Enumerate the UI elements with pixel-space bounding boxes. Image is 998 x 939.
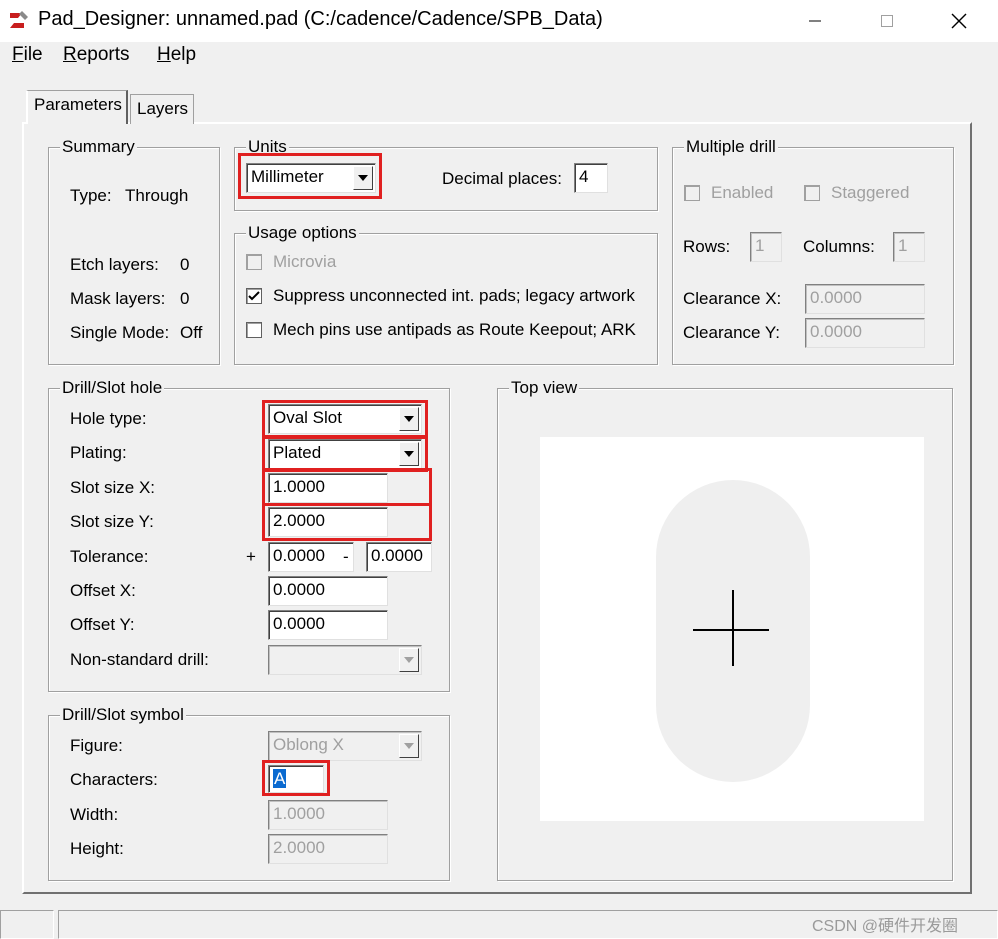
type-value: Through [125,186,189,205]
drill-slot-hole-title: Drill/Slot hole [60,378,165,398]
dropdown-arrow-icon [404,657,414,663]
units-select[interactable]: Millimeter [246,163,376,193]
microvia-label: Microvia [273,252,337,271]
top-view-canvas[interactable] [540,437,924,821]
top-view-title: Top view [509,378,580,398]
summary-title: Summary [60,137,137,157]
suppress-label: Suppress unconnected int. pads; legacy a… [273,286,635,305]
hole-type-dropdown-button[interactable] [399,407,419,431]
tab-parameters[interactable]: Parameters [26,90,128,124]
tab-layers[interactable]: Layers [130,94,194,124]
non-standard-drill-dropdown-button[interactable] [399,648,419,672]
clearance-y-input[interactable]: 0.0000 [805,318,925,348]
height-input[interactable]: 2.0000 [268,834,388,864]
staggered-checkbox[interactable] [804,185,820,201]
plating-label: Plating: [70,443,127,462]
hole-type-select[interactable]: Oval Slot [268,404,422,434]
slot-size-x-input[interactable]: 1.0000 [268,473,388,503]
offset-y-label: Offset Y: [70,615,135,634]
characters-value: A [273,769,287,788]
units-dropdown-button[interactable] [353,166,373,190]
menu-bar [0,42,998,72]
tolerance-plus-input[interactable]: 0.0000 [268,542,354,572]
tolerance-label: Tolerance: [70,547,149,566]
maximize-icon [881,15,893,27]
characters-input[interactable]: A [268,765,324,793]
figure-dropdown-button[interactable] [399,734,419,758]
offset-y-input[interactable]: 0.0000 [268,610,388,640]
plating-dropdown-button[interactable] [399,442,419,466]
figure-label: Figure: [70,736,123,755]
multiple-drill-title: Multiple drill [684,137,778,157]
tolerance-minus-sign: - [343,547,349,566]
app-icon [8,9,30,31]
tolerance-plus-sign: + [246,547,256,566]
height-label: Height: [70,839,124,858]
non-standard-drill-select[interactable] [268,645,422,675]
single-mode-value: Off [180,323,203,342]
close-button[interactable] [936,0,982,42]
clearance-y-label: Clearance Y: [683,323,781,342]
rows-input[interactable]: 1 [750,232,782,262]
usage-options-title: Usage options [246,223,359,243]
mask-layers-value: 0 [180,289,190,308]
slot-size-x-label: Slot size X: [70,478,156,497]
maximize-button[interactable] [864,0,910,42]
slot-size-y-input[interactable]: 2.0000 [268,507,388,537]
dropdown-arrow-icon [404,451,414,457]
tolerance-minus-input[interactable]: 0.0000 [366,542,432,572]
slot-size-y-label: Slot size Y: [70,512,154,531]
minimize-button[interactable] [792,0,838,42]
suppress-checkbox[interactable] [246,288,262,304]
watermark: CSDN @硬件开发圈 [812,918,959,935]
figure-select[interactable]: Oblong X [268,731,422,761]
non-standard-drill-label: Non-standard drill: [70,650,209,669]
menu-file[interactable]: File [12,44,43,66]
characters-label: Characters: [70,770,158,789]
clearance-x-label: Clearance X: [683,289,782,308]
staggered-label: Staggered [831,183,910,202]
rows-label: Rows: [683,237,731,256]
mech-pins-checkbox[interactable] [246,322,262,338]
etch-layers-label: Etch layers: [70,255,159,274]
window-title: Pad_Designer: unnamed.pad (C:/cadence/Ca… [38,8,603,30]
dropdown-arrow-icon [358,175,368,181]
dropdown-arrow-icon [404,416,414,422]
status-bar-cell [0,910,54,939]
offset-x-label: Offset X: [70,581,136,600]
microvia-checkbox[interactable] [246,254,262,270]
type-label: Type: [70,186,112,205]
single-mode-label: Single Mode: [70,323,170,342]
dropdown-arrow-icon [404,743,414,749]
mech-pins-label: Mech pins use antipads as Route Keepout;… [273,320,636,339]
columns-input[interactable]: 1 [893,232,925,262]
minimize-icon [809,20,821,22]
menu-reports[interactable]: Reports [63,44,130,66]
offset-x-input[interactable]: 0.0000 [268,576,388,606]
drill-slot-symbol-title: Drill/Slot symbol [60,705,186,725]
plating-select[interactable]: Plated [268,439,422,469]
width-label: Width: [70,805,119,824]
mask-layers-label: Mask layers: [70,289,166,308]
decimal-places-label: Decimal places: [442,169,562,188]
etch-layers-value: 0 [180,255,190,274]
checkmark-icon [248,291,260,301]
columns-label: Columns: [803,237,875,256]
enabled-checkbox[interactable] [684,185,700,201]
width-input[interactable]: 1.0000 [268,800,388,830]
decimal-places-input[interactable]: 4 [574,163,608,193]
close-icon [951,13,967,29]
hole-type-label: Hole type: [70,409,147,428]
menu-help[interactable]: Help [157,44,196,66]
clearance-x-input[interactable]: 0.0000 [805,284,925,314]
enabled-label: Enabled [711,183,774,202]
